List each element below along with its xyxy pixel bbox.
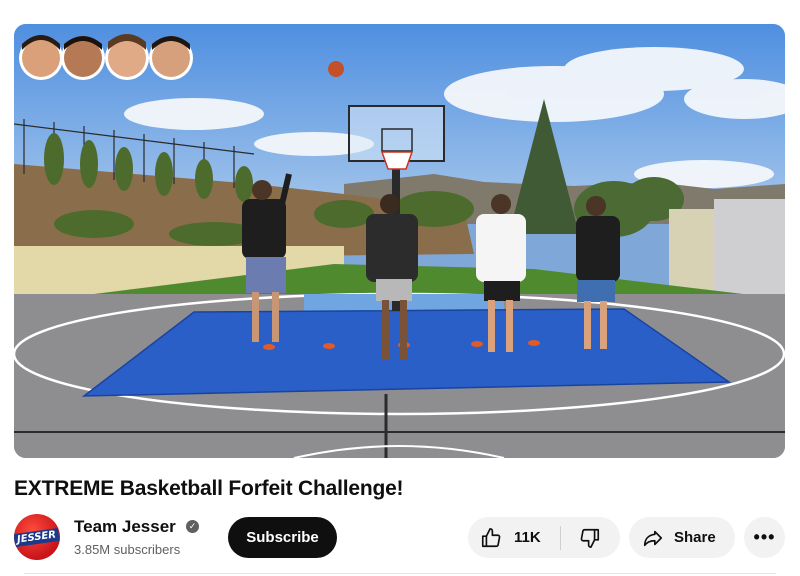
more-actions-button[interactable]: ••• (744, 517, 785, 558)
divider-line (24, 573, 776, 574)
thumbs-down-icon (580, 528, 600, 548)
avatar-logo: JESSER (14, 527, 60, 547)
share-arrow-icon (643, 530, 663, 546)
like-button[interactable]: 11K (468, 517, 560, 558)
video-thumbnail (14, 24, 785, 458)
video-player[interactable] (14, 24, 785, 458)
share-label: Share (674, 529, 716, 546)
thumbs-up-icon (481, 527, 501, 547)
like-dislike-group: 11K (468, 517, 620, 558)
basketball (328, 61, 344, 77)
video-title: EXTREME Basketball Forfeit Challenge! (14, 477, 404, 500)
check-circle-icon: ✓ (186, 520, 199, 533)
share-button[interactable]: Share (629, 517, 735, 558)
dislike-button[interactable] (561, 517, 619, 558)
channel-name[interactable]: Team Jesser (74, 516, 176, 538)
channel-avatar[interactable]: JESSER (14, 514, 60, 560)
channel-row: JESSER Team Jesser ✓ 3.85M subscribers S… (14, 514, 786, 562)
subscribe-button[interactable]: Subscribe (228, 517, 337, 558)
subscriber-count: 3.85M subscribers (74, 542, 181, 557)
like-count: 11K (514, 529, 541, 546)
